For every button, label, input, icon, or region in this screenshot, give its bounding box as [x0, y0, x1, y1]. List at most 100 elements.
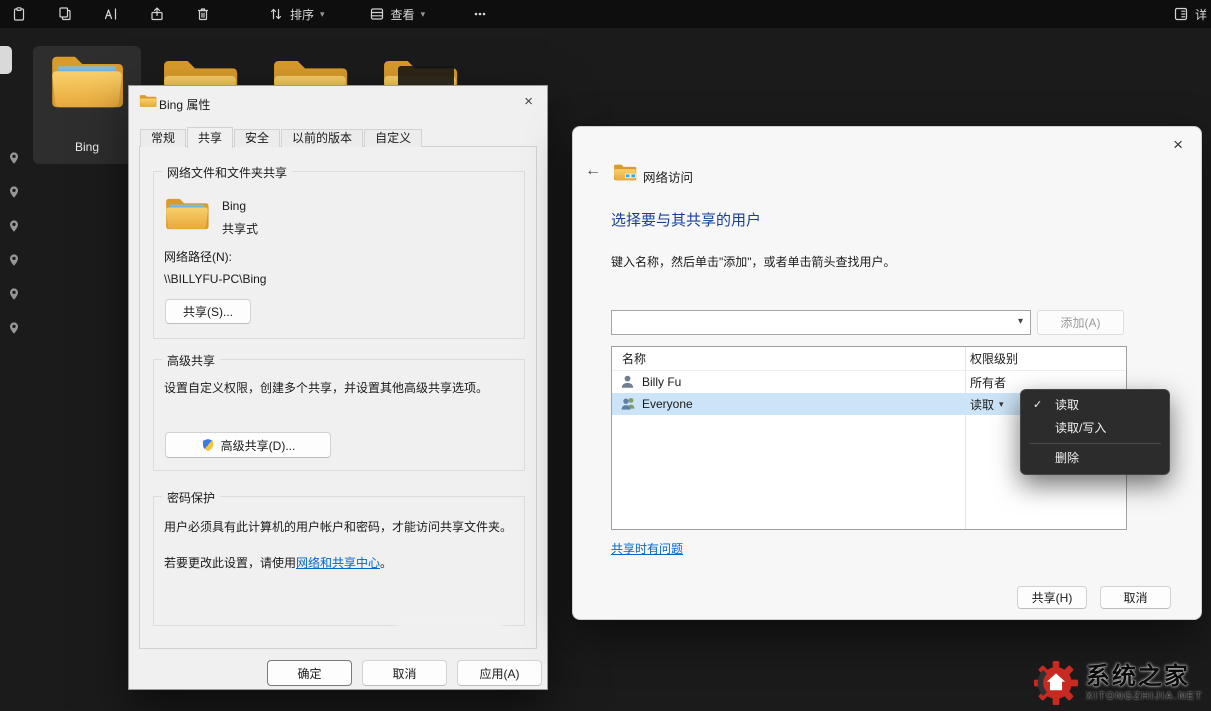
group-title: 网络文件和文件夹共享	[162, 164, 292, 181]
tab-general[interactable]: 常规	[140, 129, 186, 147]
details-button[interactable]: 详	[1173, 0, 1207, 28]
details-label: 详	[1195, 6, 1207, 23]
more-options-icon[interactable]	[463, 2, 497, 26]
network-access-dialog: × ← 网络访问 选择要与其共享的用户 键入名称，然后单击"添加"，或者单击箭头…	[572, 126, 1202, 620]
xitongzhijia-logo-icon	[1033, 660, 1079, 706]
quick-access-pins	[7, 150, 21, 336]
network-path-label: 网络路径(N):	[164, 248, 232, 265]
menu-separator	[1029, 443, 1161, 444]
menu-item-label: 删除	[1055, 451, 1079, 465]
dropdown-arrow-icon: ▾	[999, 399, 1004, 410]
network-sharing-center-link[interactable]: 网络和共享中心	[296, 556, 380, 570]
tab-previous-versions[interactable]: 以前的版本	[281, 129, 363, 147]
tab-security[interactable]: 安全	[234, 129, 280, 147]
artifact-smudge	[396, 608, 504, 634]
cancel-button[interactable]: 取消	[362, 660, 447, 686]
folder-icon	[48, 52, 126, 112]
network-folder-icon	[613, 163, 637, 182]
group-title: 高级共享	[162, 352, 220, 369]
share-icon[interactable]	[140, 2, 174, 26]
share-button[interactable]: 共享(H)	[1017, 586, 1087, 609]
pin-icon[interactable]	[7, 218, 21, 234]
menu-item-label: 读取/写入	[1055, 421, 1106, 435]
back-button[interactable]: ←	[585, 162, 601, 180]
advanced-sharing-description: 设置自定义权限，创建多个共享，并设置其他高级共享选项。	[164, 380, 512, 397]
group-title: 密码保护	[162, 489, 220, 506]
copy-icon[interactable]	[48, 2, 82, 26]
explorer-toolbar: 排序 ▾ 查看 ▾ 详	[0, 0, 1211, 28]
delete-icon[interactable]	[186, 2, 220, 26]
rename-icon[interactable]	[94, 2, 128, 26]
add-button[interactable]: 添加(A)	[1037, 310, 1124, 335]
menu-item-read-write[interactable]: 读取/写入	[1021, 417, 1169, 440]
user-combobox[interactable]: ▾	[611, 310, 1031, 335]
pin-icon[interactable]	[7, 252, 21, 268]
pin-icon[interactable]	[7, 286, 21, 302]
menu-item-remove[interactable]: 删除	[1021, 447, 1169, 470]
check-icon: ✓	[1033, 394, 1042, 417]
close-icon[interactable]: ×	[1173, 135, 1183, 155]
network-path-value: \\BILLYFU-PC\Bing	[164, 272, 266, 286]
view-button[interactable]: 查看 ▾	[359, 2, 436, 26]
group-icon	[620, 396, 636, 412]
user-name: Everyone	[642, 397, 693, 411]
details-pane-icon	[1173, 6, 1189, 22]
share-state: 共享式	[222, 220, 258, 237]
pin-icon[interactable]	[7, 184, 21, 200]
instruction-text: 键入名称，然后单击"添加"，或者单击箭头查找用户。	[611, 253, 896, 270]
password-protection-line1: 用户必须具有此计算机的用户帐户和密码，才能访问共享文件夹。	[164, 519, 514, 536]
dialog-title: 网络访问	[643, 167, 693, 186]
property-tabs: 常规 共享 安全 以前的版本 自定义	[140, 126, 423, 147]
folder-label: Bing	[33, 140, 141, 154]
view-icon	[369, 6, 385, 22]
advanced-sharing-button-label: 高级共享(D)...	[221, 437, 296, 454]
explorer-window: 排序 ▾ 查看 ▾ 详 Bing	[0, 0, 1211, 711]
permission-value: 所有者	[970, 374, 1006, 391]
user-name: Billy Fu	[642, 375, 681, 389]
password-protection-line2: 若要更改此设置，请使用网络和共享中心。	[164, 555, 514, 572]
advanced-sharing-button[interactable]: 高级共享(D)...	[165, 432, 331, 458]
combo-dropdown-icon[interactable]: ▾	[1018, 316, 1023, 327]
apply-button[interactable]: 应用(A)	[457, 660, 542, 686]
view-label: 查看	[391, 6, 415, 23]
line2-suffix: 。	[380, 556, 392, 570]
line2-prefix: 若要更改此设置，请使用	[164, 556, 296, 570]
close-icon[interactable]: ×	[524, 93, 533, 110]
nav-pane-partial-item	[0, 46, 12, 74]
watermark-title: 系统之家	[1086, 664, 1203, 689]
permission-value: 读取	[970, 396, 994, 413]
list-header: 名称 权限级别	[612, 347, 1126, 371]
sort-button[interactable]: 排序 ▾	[258, 2, 335, 26]
menu-item-read[interactable]: ✓ 读取	[1021, 394, 1169, 417]
watermark: 系统之家 XITONGZHIJIA.NET	[1033, 660, 1203, 706]
properties-dialog: Bing 属性 × 常规 共享 安全 以前的版本 自定义 网络文件和文件夹共享 …	[128, 85, 548, 690]
tab-customize[interactable]: 自定义	[364, 129, 422, 147]
advanced-sharing-group: 高级共享 设置自定义权限，创建多个共享，并设置其他高级共享选项。 高级共享(D)…	[153, 359, 525, 471]
network-sharing-group: 网络文件和文件夹共享 Bing 共享式 网络路径(N): \\BILLYFU-P…	[153, 171, 525, 339]
pin-icon[interactable]	[7, 320, 21, 336]
sharing-trouble-link[interactable]: 共享时有问题	[611, 540, 683, 557]
menu-item-label: 读取	[1055, 398, 1079, 412]
sort-icon	[268, 6, 284, 22]
folder-bing[interactable]: Bing	[33, 46, 141, 164]
ok-button[interactable]: 确定	[267, 660, 352, 686]
chevron-down-icon: ▾	[421, 9, 426, 20]
user-icon	[620, 374, 636, 390]
share-button[interactable]: 共享(S)...	[165, 299, 251, 324]
chevron-down-icon: ▾	[320, 9, 325, 20]
shared-folder-name: Bing	[222, 199, 246, 213]
tab-sharing[interactable]: 共享	[187, 127, 233, 148]
column-header-name[interactable]: 名称	[622, 347, 646, 371]
main-instruction: 选择要与其共享的用户	[611, 209, 761, 230]
folder-icon	[139, 94, 157, 108]
uac-shield-icon	[201, 438, 215, 452]
password-protection-group: 密码保护 用户必须具有此计算机的用户帐户和密码，才能访问共享文件夹。 若要更改此…	[153, 496, 525, 626]
shared-folder-icon	[164, 196, 210, 232]
cancel-button[interactable]: 取消	[1100, 586, 1171, 609]
permission-dropdown[interactable]: 读取 ▾	[970, 396, 1004, 413]
column-header-permission[interactable]: 权限级别	[970, 347, 1018, 371]
clipboard-icon[interactable]	[2, 2, 36, 26]
dialog-title: Bing 属性	[159, 96, 210, 113]
pin-icon[interactable]	[7, 150, 21, 166]
watermark-domain: XITONGZHIJIA.NET	[1086, 692, 1203, 703]
